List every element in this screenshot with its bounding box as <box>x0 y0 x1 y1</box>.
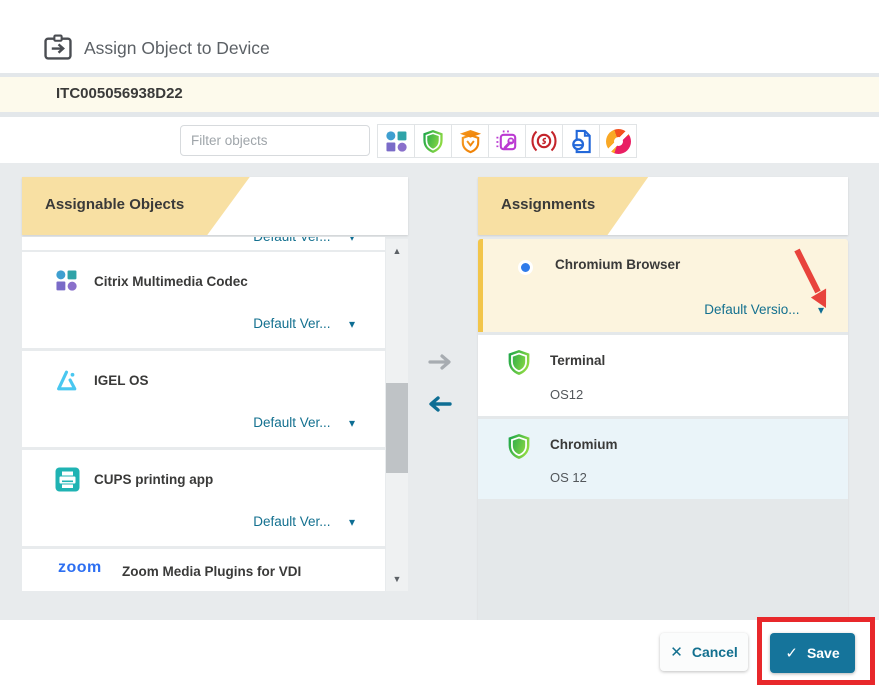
assignment-item-terminal[interactable]: Terminal OS12 <box>478 335 848 416</box>
list-item-zoom-media-plugins[interactable]: zoom Zoom Media Plugins for VDI <box>22 549 385 591</box>
assign-device-icon <box>43 34 73 61</box>
priority-profile-icon <box>531 129 557 153</box>
filter-objects-input[interactable] <box>180 125 370 156</box>
object-name: Citrix Multimedia Codec <box>94 274 248 289</box>
apps-icon <box>55 269 78 292</box>
list-item-cups-printing-app[interactable]: CUPS printing app Default Ver... ▾ <box>22 450 385 546</box>
object-name: Terminal <box>550 353 605 368</box>
version-dropdown[interactable]: Default Ver... ▾ <box>253 315 355 333</box>
assign-object-dialog: Assign Object to Device ITC005056938D22 <box>0 0 879 690</box>
custom-partition-chip-icon <box>495 129 520 154</box>
object-name: Chromium Browser <box>555 257 680 272</box>
assignment-item-chromium-browser[interactable]: Chromium Browser Default Versio... ▾ <box>478 239 848 332</box>
list-item-clipped[interactable]: Default Ver... ▾ <box>22 237 385 250</box>
master-profiles-filter-button[interactable] <box>451 124 489 158</box>
device-id: ITC005056938D22 <box>56 85 183 102</box>
object-name: Zoom Media Plugins for VDI <box>122 564 301 579</box>
unassign-left-arrow-button[interactable] <box>424 394 454 414</box>
profiles-filter-button[interactable] <box>414 124 452 158</box>
version-dropdown[interactable]: Default Ver... ▾ <box>253 513 355 531</box>
app-shield-icon <box>506 349 532 376</box>
chevron-down-icon: ▾ <box>349 317 355 331</box>
igel-os-icon <box>55 368 80 393</box>
scroll-down-arrow[interactable]: ▼ <box>386 571 408 587</box>
assign-right-arrow-button[interactable] <box>426 352 456 372</box>
object-os-version: OS 12 <box>550 470 587 485</box>
version-dropdown[interactable]: Default Ver... ▾ <box>253 414 355 432</box>
firmware-filter-button[interactable] <box>599 124 637 158</box>
master-profile-shield-icon <box>458 129 483 154</box>
object-name: CUPS printing app <box>94 472 213 487</box>
zoom-wordmark: zoom <box>58 559 102 577</box>
chevron-down-icon: ▾ <box>818 303 824 317</box>
assignments-title: Assignments <box>501 196 595 213</box>
scrollbar[interactable]: ▲ ▼ <box>386 239 408 591</box>
object-name: Chromium <box>550 437 618 452</box>
list-item-igel-os[interactable]: IGEL OS Default Ver... ▾ <box>22 351 385 447</box>
files-filter-button[interactable] <box>562 124 600 158</box>
list-item-citrix-multimedia-codec[interactable]: Citrix Multimedia Codec Default Ver... ▾ <box>22 252 385 348</box>
scrollbar-thumb[interactable] <box>386 383 408 473</box>
assignable-objects-header: Assignable Objects <box>22 177 408 235</box>
check-icon: ✓ <box>785 644 798 662</box>
device-bar: ITC005056938D22 <box>0 77 879 112</box>
assignment-workspace: Assignable Objects Default Ver... ▾ Citr… <box>0 163 879 620</box>
version-dropdown[interactable]: Default Versio... ▾ <box>704 301 824 319</box>
version-dropdown-label: Default Ver... <box>253 237 330 244</box>
dialog-footer: ✕ Cancel ✓ Save <box>0 620 879 690</box>
assignments-header: Assignments <box>478 177 848 235</box>
apps-filter-button[interactable] <box>377 124 415 158</box>
object-type-filter-group <box>377 124 637 158</box>
object-name: IGEL OS <box>94 373 149 388</box>
assignment-item-chromium[interactable]: Chromium OS 12 <box>478 419 848 499</box>
assignable-objects-title: Assignable Objects <box>45 196 184 213</box>
file-icon <box>569 129 594 154</box>
dialog-header: Assign Object to Device <box>0 0 879 73</box>
close-icon: ✕ <box>670 643 683 661</box>
profile-shield-icon <box>421 129 445 154</box>
cancel-button[interactable]: ✕ Cancel <box>660 633 748 671</box>
app-shield-icon <box>506 433 532 460</box>
chevron-down-icon: ▾ <box>349 416 355 430</box>
save-button[interactable]: ✓ Save <box>770 633 855 673</box>
apps-icon <box>385 130 408 153</box>
printer-icon <box>55 467 80 492</box>
chevron-down-icon: ▾ <box>349 515 355 529</box>
firmware-circle-icon <box>606 129 631 154</box>
scroll-up-arrow[interactable]: ▲ <box>386 243 408 259</box>
dialog-title: Assign Object to Device <box>84 38 270 59</box>
priority-profiles-filter-button[interactable] <box>525 124 563 158</box>
chevron-down-icon: ▾ <box>349 237 355 244</box>
object-os-version: OS12 <box>550 387 583 402</box>
custom-partitions-filter-button[interactable] <box>488 124 526 158</box>
left-arrow-icon <box>424 394 454 414</box>
right-arrow-icon <box>426 352 456 372</box>
filter-bar <box>0 117 879 163</box>
